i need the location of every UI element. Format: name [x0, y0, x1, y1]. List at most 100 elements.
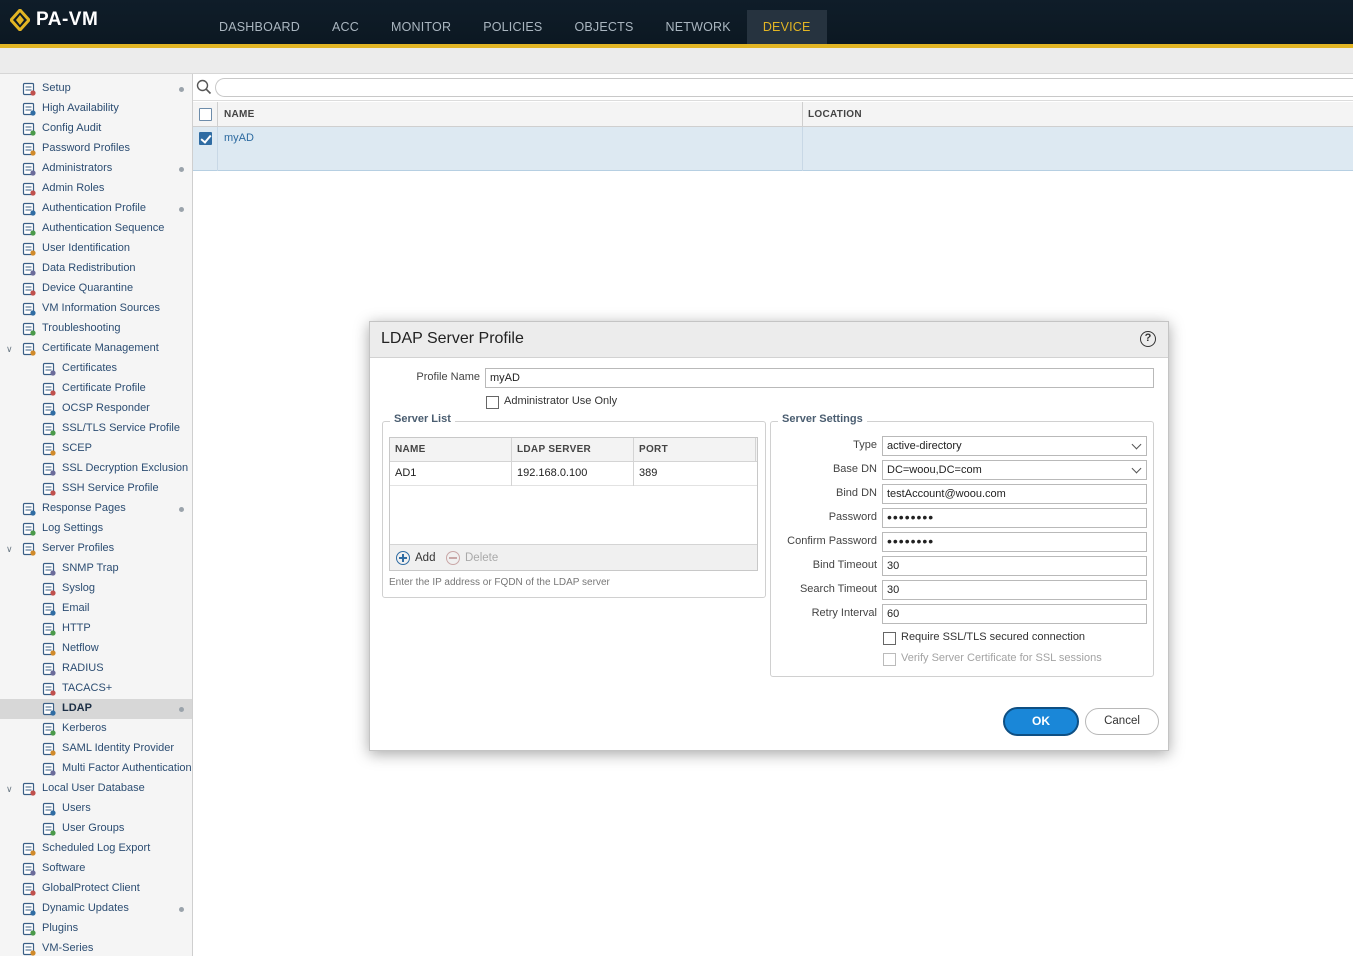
plugin-icon: [22, 922, 36, 936]
chevron-down-icon[interactable]: ∨: [6, 545, 15, 554]
tab-network[interactable]: NETWORK: [650, 10, 747, 44]
sidebar-item-authentication-profile[interactable]: Authentication Profile: [0, 199, 192, 219]
certificate-icon: [42, 482, 56, 496]
sidebar-item-admin-roles[interactable]: Admin Roles: [0, 179, 192, 199]
sidebar-item-authentication-sequence[interactable]: Authentication Sequence: [0, 219, 192, 239]
column-header-location[interactable]: LOCATION: [808, 102, 862, 127]
sidebar-item-config-audit[interactable]: Config Audit: [0, 119, 192, 139]
column-header-port[interactable]: PORT: [639, 438, 668, 462]
server-port-cell[interactable]: 389: [639, 467, 657, 479]
base-dn-value: DC=woou,DC=com: [887, 464, 982, 476]
sidebar-item-scep[interactable]: SCEP: [0, 439, 192, 459]
column-header-name[interactable]: NAME: [395, 438, 426, 462]
doc-lock-icon: [42, 702, 56, 716]
sidebar-item-http[interactable]: HTTP: [0, 619, 192, 639]
sidebar-item-label: Scheduled Log Export: [42, 842, 151, 854]
password-input[interactable]: ••••••••: [882, 508, 1147, 528]
sidebar-item-users[interactable]: Users: [0, 799, 192, 819]
sidebar-item-troubleshooting[interactable]: Troubleshooting: [0, 319, 192, 339]
sidebar-item-label: Data Redistribution: [42, 262, 136, 274]
search-input[interactable]: [215, 78, 1353, 97]
tab-acc[interactable]: ACC: [316, 10, 375, 44]
profile-name-input[interactable]: myAD: [485, 368, 1154, 388]
sidebar-item-label: Response Pages: [42, 502, 126, 514]
sidebar-item-vm-information-sources[interactable]: VM Information Sources: [0, 299, 192, 319]
tab-policies[interactable]: POLICIES: [467, 10, 558, 44]
table-row[interactable]: AD1 192.168.0.100 389: [390, 462, 757, 486]
sidebar-item-certificate-management[interactable]: ∨ Certificate Management: [0, 339, 192, 359]
bind-timeout-input[interactable]: 30: [882, 556, 1147, 576]
row-checkbox[interactable]: [199, 132, 212, 145]
search-timeout-input[interactable]: 30: [882, 580, 1147, 600]
sidebar-item-server-profiles[interactable]: ∨ Server Profiles: [0, 539, 192, 559]
sidebar-item-label: Email: [62, 602, 90, 614]
type-select[interactable]: active-directory: [882, 436, 1147, 456]
sidebar-item-device-quarantine[interactable]: Device Quarantine: [0, 279, 192, 299]
sidebar-item-certificates[interactable]: Certificates: [0, 359, 192, 379]
cancel-button[interactable]: Cancel: [1085, 708, 1159, 735]
sidebar-item-administrators[interactable]: Administrators: [0, 159, 192, 179]
sidebar-item-software[interactable]: Software: [0, 859, 192, 879]
sidebar-item-data-redistribution[interactable]: Data Redistribution: [0, 259, 192, 279]
delete-button[interactable]: Delete: [446, 550, 498, 566]
sidebar-item-kerberos[interactable]: Kerberos: [0, 719, 192, 739]
sidebar-item-label: RADIUS: [62, 662, 104, 674]
select-all-checkbox[interactable]: [199, 108, 212, 121]
table-row[interactable]: myAD: [193, 127, 1353, 171]
admin-use-only-checkbox[interactable]: [486, 396, 499, 409]
chevron-down-icon[interactable]: ∨: [6, 785, 15, 794]
sidebar-item-log-settings[interactable]: Log Settings: [0, 519, 192, 539]
confirm-password-input[interactable]: ••••••••: [882, 532, 1147, 552]
help-icon[interactable]: ?: [1140, 331, 1156, 347]
column-header-ldap-server[interactable]: LDAP SERVER: [517, 438, 591, 462]
tab-device[interactable]: DEVICE: [746, 10, 827, 44]
sidebar-item-netflow[interactable]: Netflow: [0, 639, 192, 659]
sidebar-item-password-profiles[interactable]: Password Profiles: [0, 139, 192, 159]
sidebar-item-radius[interactable]: RADIUS: [0, 659, 192, 679]
sidebar-item-globalprotect-client[interactable]: GlobalProtect Client: [0, 879, 192, 899]
sidebar-item-plugins[interactable]: Plugins: [0, 919, 192, 939]
require-ssl-checkbox[interactable]: [883, 632, 896, 645]
sidebar-item-scheduled-log-export[interactable]: Scheduled Log Export: [0, 839, 192, 859]
sidebar-item-ssl-tls-service-profile[interactable]: SSL/TLS Service Profile: [0, 419, 192, 439]
sidebar-item-label: LDAP: [62, 702, 92, 714]
sidebar-item-tacacs[interactable]: TACACS+: [0, 679, 192, 699]
row-name-link[interactable]: myAD: [224, 132, 254, 144]
sidebar-item-ssh-service-profile[interactable]: SSH Service Profile: [0, 479, 192, 499]
chevron-down-icon[interactable]: ∨: [6, 345, 15, 354]
sidebar-item-syslog[interactable]: Syslog: [0, 579, 192, 599]
sidebar-item-response-pages[interactable]: Response Pages: [0, 499, 192, 519]
server-address-cell[interactable]: 192.168.0.100: [517, 467, 587, 479]
sidebar-item-setup[interactable]: Setup: [0, 79, 192, 99]
sidebar-item-label: Local User Database: [42, 782, 145, 794]
retry-interval-input[interactable]: 60: [882, 604, 1147, 624]
sidebar-item-certificate-profile[interactable]: Certificate Profile: [0, 379, 192, 399]
sidebar-item-ocsp-responder[interactable]: OCSP Responder: [0, 399, 192, 419]
sidebar-item-label: User Identification: [42, 242, 131, 254]
modified-indicator-dot: [179, 207, 184, 212]
sidebar-item-user-identification[interactable]: User Identification: [0, 239, 192, 259]
sidebar-item-user-groups[interactable]: User Groups: [0, 819, 192, 839]
verify-cert-checkbox[interactable]: [883, 653, 896, 666]
search-icon[interactable]: [196, 79, 212, 95]
tab-objects[interactable]: OBJECTS: [558, 10, 649, 44]
bind-dn-input[interactable]: testAccount@woou.com: [882, 484, 1147, 504]
tab-dashboard[interactable]: DASHBOARD: [203, 10, 316, 44]
server-name-cell[interactable]: AD1: [395, 467, 416, 479]
sidebar-item-multi-factor-authentication[interactable]: Multi Factor Authentication: [0, 759, 192, 779]
ok-button[interactable]: OK: [1003, 707, 1079, 736]
sidebar-item-saml-identity-provider[interactable]: SAML Identity Provider: [0, 739, 192, 759]
password-icon: [22, 142, 36, 156]
sidebar-item-vm-series[interactable]: VM-Series: [0, 939, 192, 956]
sidebar-item-ssl-decryption-exclusion[interactable]: SSL Decryption Exclusion: [0, 459, 192, 479]
sidebar-item-snmp-trap[interactable]: SNMP Trap: [0, 559, 192, 579]
sidebar-item-email[interactable]: Email: [0, 599, 192, 619]
column-header-name[interactable]: NAME: [224, 102, 255, 127]
sidebar-item-dynamic-updates[interactable]: Dynamic Updates: [0, 899, 192, 919]
sidebar-item-ldap[interactable]: LDAP: [0, 699, 192, 719]
sidebar-item-local-user-database[interactable]: ∨ Local User Database: [0, 779, 192, 799]
add-button[interactable]: Add: [396, 550, 435, 566]
sidebar-item-high-availability[interactable]: High Availability: [0, 99, 192, 119]
tab-monitor[interactable]: MONITOR: [375, 10, 467, 44]
base-dn-combobox[interactable]: DC=woou,DC=com: [882, 460, 1147, 480]
